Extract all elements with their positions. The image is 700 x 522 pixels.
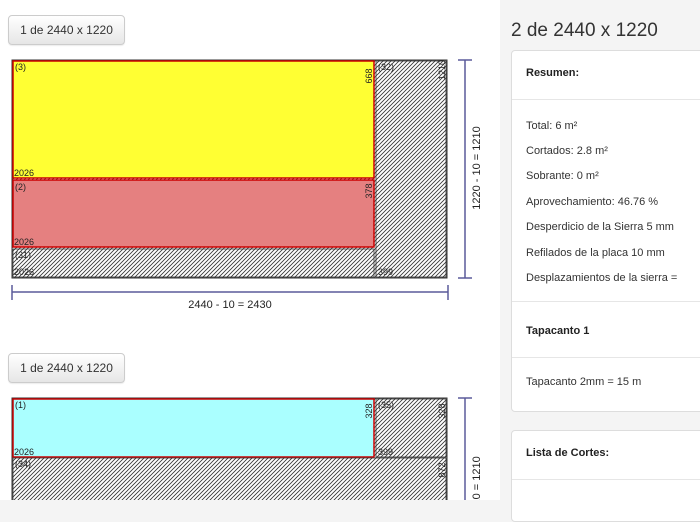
- summary-panel: Resumen: Total: 6 m² Cortados: 2.8 m² So…: [511, 50, 700, 412]
- sheet-1-vertical-dim-label: 1220 - 10 = 1210: [471, 126, 483, 210]
- offcut-34-height: 872: [437, 462, 447, 477]
- piece-3: [12, 60, 375, 179]
- boards-area: 1 de 2440 x 1220 (3) 2026 668 (2) 2026 3…: [0, 0, 500, 500]
- offcut-35-id: (35): [378, 400, 394, 410]
- cut-list-panel: Lista de Cortes:: [511, 430, 700, 522]
- piece-2-id: (2): [15, 182, 26, 192]
- piece-1-width: 2026: [14, 447, 34, 457]
- offcut-32-id: (32): [378, 62, 394, 72]
- summary-divider-2: [512, 301, 700, 302]
- offcut-35-height: 328: [437, 403, 447, 418]
- summary-divider-3: [512, 357, 700, 358]
- piece-2-height: 378: [364, 183, 374, 198]
- offcut-31-width: 2026: [14, 267, 34, 277]
- sheet-1-vertical-dimension: 1220 - 10 = 1210: [458, 59, 483, 279]
- summary-heading: Resumen:: [526, 67, 580, 79]
- piece-3-width: 2026: [14, 168, 34, 178]
- sheet-1-horizontal-dimension: 2440 - 10 = 2430: [11, 285, 449, 311]
- piece-2: [12, 179, 375, 248]
- offcut-32-width: 399: [378, 267, 393, 277]
- sheet-2-button[interactable]: 1 de 2440 x 1220: [8, 353, 125, 383]
- piece-1: [12, 398, 375, 458]
- edge-banding-heading: Tapacanto 1: [526, 325, 590, 337]
- stat-leftover: Sobrante: 0 m²: [526, 170, 599, 182]
- piece-2-width: 2026: [14, 237, 34, 247]
- stat-saw-waste: Desperdicio de la Sierra 5 mm: [526, 221, 674, 233]
- offcut-34-id: (34): [15, 459, 31, 469]
- stat-usage: Aprovechamiento: 46.76 %: [526, 196, 659, 208]
- stat-total: Total: 6 m²: [526, 120, 578, 132]
- stat-cut: Cortados: 2.8 m²: [526, 145, 608, 157]
- offcut-35-width: 399: [378, 447, 393, 457]
- sheet-2-vertical-dim-label: 1220 - 10 = 1210: [471, 456, 483, 500]
- offcut-31-id: (31): [15, 250, 31, 260]
- cut-list-heading: Lista de Cortes:: [526, 447, 610, 459]
- sheet-2-vertical-dimension: 1220 - 10 = 1210: [458, 397, 483, 500]
- stat-edge-banding: Tapacanto 2mm = 15 m: [526, 376, 642, 388]
- sheet-1-board: (3) 2026 668 (2) 2026 378 (32) 1210 (31)…: [11, 59, 483, 311]
- cut-list-divider: [512, 479, 700, 480]
- piece-3-height: 668: [364, 68, 374, 83]
- stat-trim: Refilados de la placa 10 mm: [526, 247, 665, 259]
- sheet-1-horizontal-dim-label: 2440 - 10 = 2430: [188, 299, 272, 311]
- sidebar: 2 de 2440 x 1220 Resumen: Total: 6 m² Co…: [500, 0, 700, 522]
- sheet-2-board: (1) 2026 328 (35) 328 399 (34) 872 1220 …: [11, 397, 483, 500]
- stat-saw-moves: Desplazamientos de la sierra =: [526, 272, 678, 284]
- piece-1-height: 328: [364, 403, 374, 418]
- summary-divider: [512, 99, 700, 100]
- piece-3-id: (3): [15, 62, 26, 72]
- sheet-count-title: 2 de 2440 x 1220: [511, 20, 658, 41]
- offcut-32-height: 1210: [437, 60, 447, 80]
- piece-1-id: (1): [15, 400, 26, 410]
